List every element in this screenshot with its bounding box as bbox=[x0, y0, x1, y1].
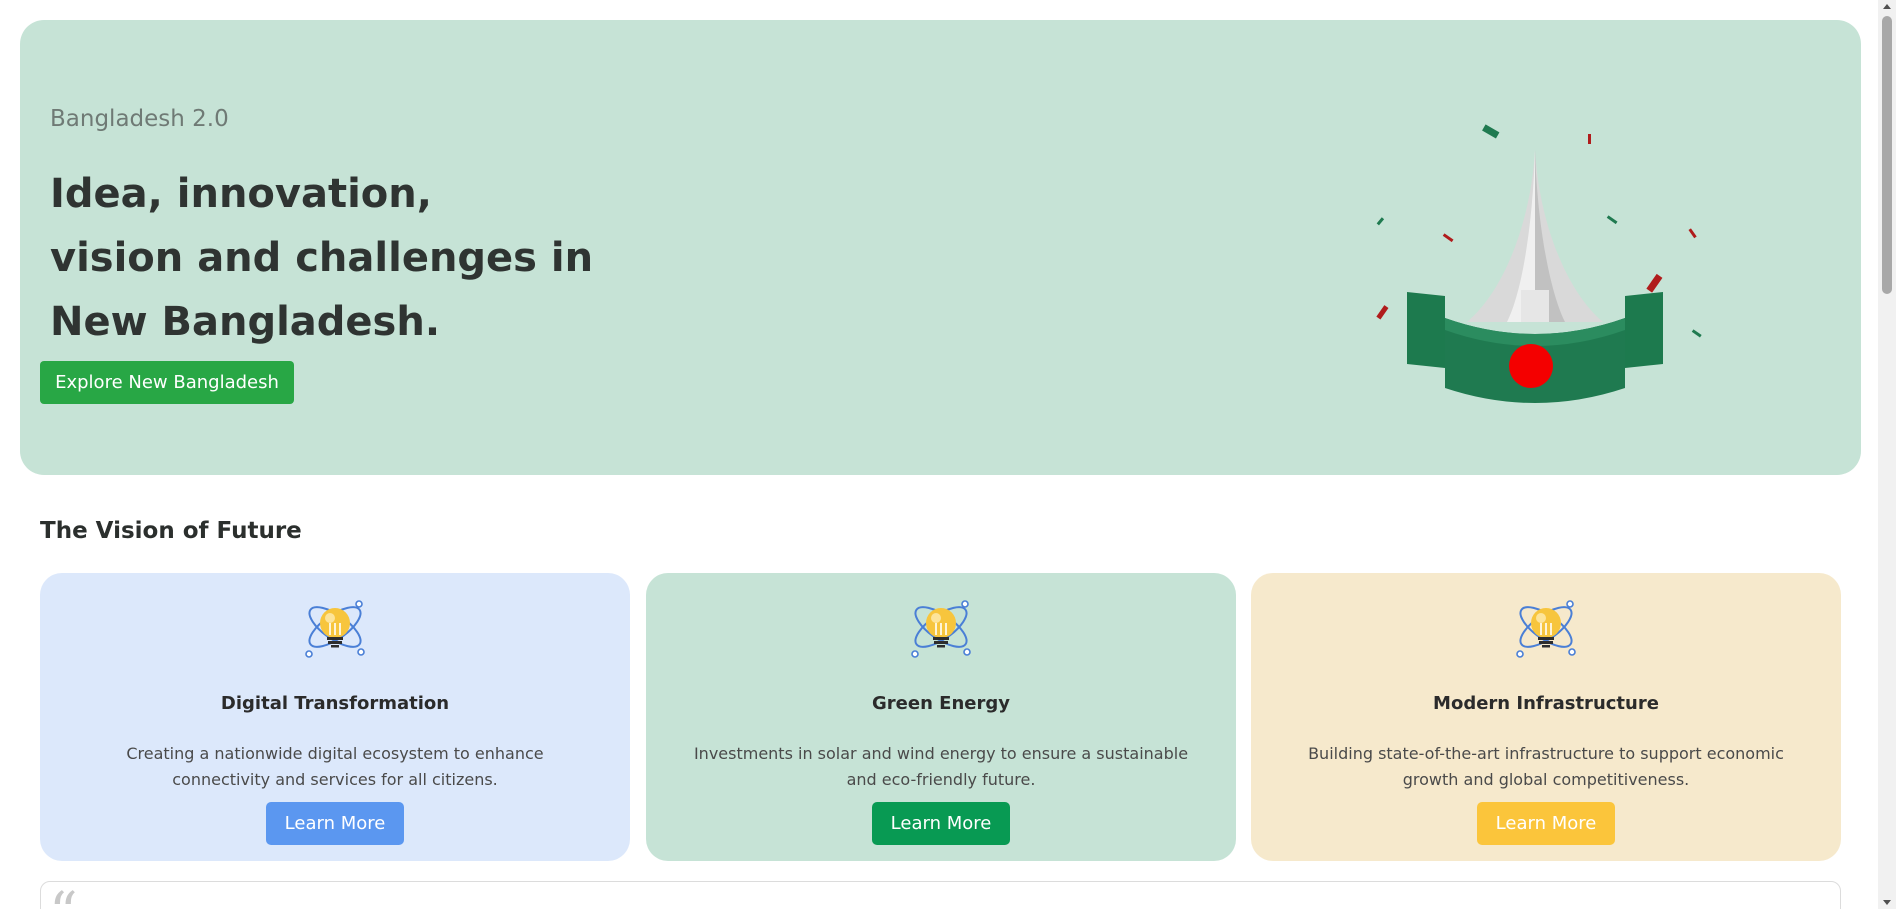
card-description: Building state-of-the-art infrastructure… bbox=[1308, 744, 1784, 789]
learn-more-button[interactable]: Learn More bbox=[872, 802, 1010, 845]
quote-mark-icon: “ bbox=[49, 886, 78, 909]
hero-title-line: New Bangladesh. bbox=[50, 299, 441, 345]
learn-more-button[interactable]: Learn More bbox=[266, 802, 404, 845]
card-modern-infrastructure: Modern Infrastructure Building state-of-… bbox=[1251, 573, 1841, 861]
card-title: Green Energy bbox=[872, 693, 1010, 714]
vertical-scrollbar[interactable] bbox=[1878, 0, 1896, 909]
scrollbar-thumb[interactable] bbox=[1882, 16, 1892, 294]
card-digital-transformation: Digital Transformation Creating a nation… bbox=[40, 573, 630, 861]
learn-more-button[interactable]: Learn More bbox=[1477, 802, 1615, 845]
explore-button[interactable]: Explore New Bangladesh bbox=[40, 361, 294, 404]
testimonial-box: “ bbox=[40, 881, 1841, 909]
card-description: Investments in solar and wind energy to … bbox=[693, 744, 1189, 789]
section-title: The Vision of Future bbox=[40, 518, 302, 544]
hero-eyebrow: Bangladesh 2.0 bbox=[50, 106, 229, 132]
card-description: Creating a nationwide digital ecosystem … bbox=[126, 744, 544, 789]
page: Bangladesh 2.0 Idea, innovation, vision … bbox=[0, 0, 1878, 909]
lightbulb-atom-icon bbox=[908, 597, 974, 663]
lightbulb-atom-icon bbox=[1513, 597, 1579, 663]
scroll-up-arrow-icon[interactable] bbox=[1883, 4, 1891, 9]
card-green-energy: Green Energy Investments in solar and wi… bbox=[646, 573, 1236, 861]
hero-title-line: Idea, innovation, bbox=[50, 171, 432, 217]
card-title: Digital Transformation bbox=[220, 693, 450, 714]
national-monument-flag-icon bbox=[1376, 124, 1702, 403]
hero-title: Idea, innovation, vision and challenges … bbox=[50, 162, 670, 354]
card-title: Modern Infrastructure bbox=[1433, 693, 1659, 714]
lightbulb-atom-icon bbox=[302, 597, 368, 663]
scroll-down-arrow-icon[interactable] bbox=[1883, 900, 1891, 905]
hero-title-line: vision and challenges in bbox=[50, 235, 594, 281]
hero-banner: Bangladesh 2.0 Idea, innovation, vision … bbox=[20, 20, 1861, 475]
